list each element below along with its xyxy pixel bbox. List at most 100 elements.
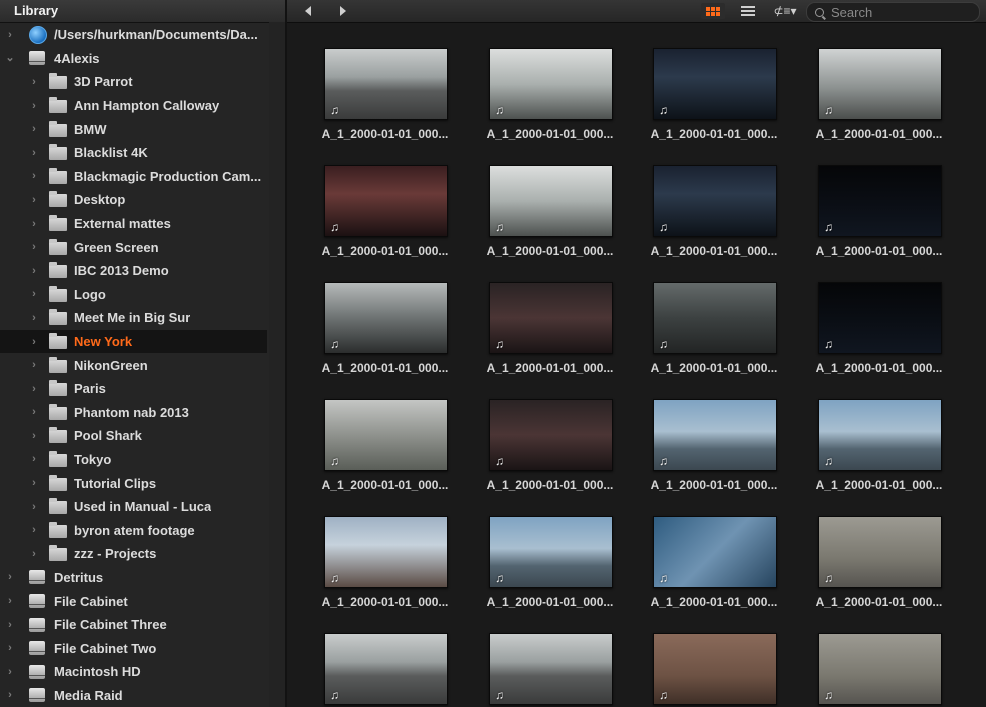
sidebar-item[interactable]: › Detritus [0, 566, 285, 590]
clip-item[interactable]: ♫ [473, 608, 623, 707]
chevron-right-icon[interactable]: › [30, 336, 38, 347]
clip-thumbnail[interactable]: ♫ [489, 633, 613, 705]
sidebar-item[interactable]: › Tokyo [0, 448, 285, 472]
chevron-right-icon[interactable]: › [6, 619, 14, 630]
chevron-right-icon[interactable]: › [30, 430, 38, 441]
clip-item[interactable]: ♫ A_1_2000-01-01_000... [637, 491, 787, 609]
list-view-button[interactable] [739, 3, 757, 19]
sidebar-item[interactable]: › Media Raid [0, 684, 285, 707]
sidebar-item[interactable]: › BMW [0, 117, 285, 141]
clip-item[interactable]: ♫ A_1_2000-01-01_000... [802, 23, 952, 141]
sidebar-item[interactable]: › Macintosh HD [0, 660, 285, 684]
clip-thumbnail[interactable]: ♫ [818, 282, 942, 354]
sidebar-item[interactable]: › File Cabinet Two [0, 636, 285, 660]
sidebar-item[interactable]: › Desktop [0, 188, 285, 212]
chevron-right-icon[interactable]: › [6, 572, 14, 583]
chevron-right-icon[interactable]: › [30, 218, 38, 229]
chevron-right-icon[interactable]: › [6, 690, 14, 701]
clip-thumbnail[interactable]: ♫ [324, 48, 448, 120]
sidebar-item[interactable]: › Blacklist 4K [0, 141, 285, 165]
sidebar-scrollbar[interactable] [269, 22, 285, 707]
sidebar-item[interactable]: › Ann Hampton Calloway [0, 94, 285, 118]
sidebar-item[interactable]: › zzz - Projects [0, 542, 285, 566]
chevron-right-icon[interactable]: › [30, 76, 38, 87]
clip-item[interactable]: ♫ A_1_2000-01-01_000... [802, 491, 952, 609]
clip-thumbnail[interactable]: ♫ [653, 282, 777, 354]
clip-item[interactable]: ♫ A_1_2000-01-01_000... [473, 374, 623, 492]
clip-thumbnail[interactable]: ♫ [489, 48, 613, 120]
sidebar-item[interactable]: › /Users/hurkman/Documents/Da... [0, 23, 285, 47]
chevron-right-icon[interactable]: › [30, 147, 38, 158]
sidebar-item[interactable]: › Blackmagic Production Cam... [0, 165, 285, 189]
clip-item[interactable]: ♫ A_1_2000-01-01_000... [308, 23, 458, 141]
chevron-right-icon[interactable]: › [30, 383, 38, 394]
sort-menu-button[interactable]: ⊄≡▾ [771, 3, 799, 19]
back-arrow-icon[interactable] [305, 6, 311, 16]
chevron-right-icon[interactable]: › [30, 548, 38, 559]
clip-item[interactable]: ♫ A_1_2000-01-01_000... [308, 257, 458, 375]
clip-thumbnail[interactable]: ♫ [489, 516, 613, 588]
sidebar-item[interactable]: › Phantom nab 2013 [0, 401, 285, 425]
search-input[interactable] [831, 4, 961, 20]
clip-thumbnail[interactable]: ♫ [489, 399, 613, 471]
clip-item[interactable]: ♫ A_1_2000-01-01_000... [308, 374, 458, 492]
chevron-right-icon[interactable]: › [6, 596, 14, 607]
clip-thumbnail[interactable]: ♫ [324, 282, 448, 354]
sidebar-item[interactable]: › IBC 2013 Demo [0, 259, 285, 283]
chevron-right-icon[interactable]: › [30, 289, 38, 300]
chevron-right-icon[interactable]: › [30, 242, 38, 253]
sidebar-item[interactable]: › Green Screen [0, 235, 285, 259]
clip-thumbnail[interactable]: ♫ [653, 399, 777, 471]
sidebar-item[interactable]: › Used in Manual - Luca [0, 495, 285, 519]
clip-thumbnail[interactable]: ♫ [653, 633, 777, 705]
clip-item[interactable]: ♫ A_1_2000-01-01_000... [473, 257, 623, 375]
sidebar-item[interactable]: › Tutorial Clips [0, 471, 285, 495]
clip-item[interactable]: ♫ [802, 608, 952, 707]
clip-item[interactable]: ♫ A_1_2000-01-01_000... [473, 491, 623, 609]
chevron-right-icon[interactable]: › [30, 407, 38, 418]
sidebar-item[interactable]: › Paris [0, 377, 285, 401]
chevron-right-icon[interactable]: › [30, 124, 38, 135]
chevron-right-icon[interactable]: › [30, 171, 38, 182]
sidebar-item[interactable]: › 3D Parrot [0, 70, 285, 94]
clip-item[interactable]: ♫ [308, 608, 458, 707]
clip-item[interactable]: ♫ A_1_2000-01-01_000... [802, 374, 952, 492]
clip-item[interactable]: ♫ A_1_2000-01-01_000... [802, 257, 952, 375]
forward-arrow-icon[interactable] [340, 6, 346, 16]
clip-thumbnail[interactable]: ♫ [653, 165, 777, 237]
clip-thumbnail[interactable]: ♫ [818, 165, 942, 237]
sidebar-item[interactable]: › External mattes [0, 212, 285, 236]
clip-item[interactable]: ♫ A_1_2000-01-01_000... [802, 140, 952, 258]
chevron-right-icon[interactable]: › [30, 501, 38, 512]
clip-item[interactable]: ♫ A_1_2000-01-01_000... [637, 140, 787, 258]
clip-thumbnail[interactable]: ♫ [653, 516, 777, 588]
clip-thumbnail[interactable]: ♫ [818, 633, 942, 705]
sidebar-item[interactable]: ⌄ 4Alexis [0, 47, 285, 71]
clip-item[interactable]: ♫ A_1_2000-01-01_000... [637, 374, 787, 492]
chevron-right-icon[interactable]: › [30, 312, 38, 323]
chevron-right-icon[interactable]: › [30, 454, 38, 465]
clip-item[interactable]: ♫ A_1_2000-01-01_000... [473, 140, 623, 258]
chevron-right-icon[interactable]: › [30, 360, 38, 371]
sidebar-item[interactable]: › Meet Me in Big Sur [0, 306, 285, 330]
chevron-right-icon[interactable]: › [30, 525, 38, 536]
sidebar-item[interactable]: › NikonGreen [0, 353, 285, 377]
search-field[interactable] [806, 2, 980, 22]
clip-thumbnail[interactable]: ♫ [324, 165, 448, 237]
thumbnail-view-button[interactable] [701, 3, 725, 19]
clip-thumbnail[interactable]: ♫ [324, 516, 448, 588]
clip-thumbnail[interactable]: ♫ [489, 165, 613, 237]
chevron-right-icon[interactable]: › [30, 265, 38, 276]
chevron-down-icon[interactable]: ⌄ [5, 53, 14, 64]
chevron-right-icon[interactable]: › [30, 478, 38, 489]
sidebar-item[interactable]: › New York [0, 329, 267, 354]
clip-item[interactable]: ♫ A_1_2000-01-01_000... [308, 491, 458, 609]
clip-thumbnail[interactable]: ♫ [324, 633, 448, 705]
sidebar-item[interactable]: › byron atem footage [0, 518, 285, 542]
sidebar-item[interactable]: › File Cabinet Three [0, 613, 285, 637]
clip-item[interactable]: ♫ A_1_2000-01-01_000... [637, 23, 787, 141]
clip-thumbnail[interactable]: ♫ [818, 516, 942, 588]
sidebar-item[interactable]: › Pool Shark [0, 424, 285, 448]
sidebar-item[interactable]: › File Cabinet [0, 589, 285, 613]
chevron-right-icon[interactable]: › [6, 666, 14, 677]
